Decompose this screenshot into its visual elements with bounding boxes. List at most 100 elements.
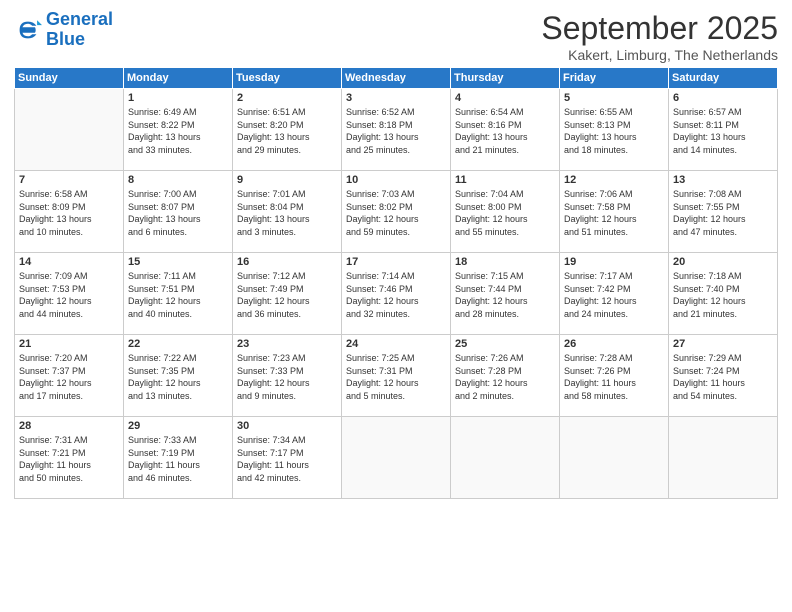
day-info: Sunrise: 7:03 AM Sunset: 8:02 PM Dayligh… <box>346 188 446 238</box>
col-friday: Friday <box>560 68 669 89</box>
day-info: Sunrise: 7:17 AM Sunset: 7:42 PM Dayligh… <box>564 270 664 320</box>
logo-blue: Blue <box>46 29 85 49</box>
table-row: 12 Sunrise: 7:06 AM Sunset: 7:58 PM Dayli… <box>560 171 669 253</box>
header-row-days: Sunday Monday Tuesday Wednesday Thursday… <box>15 68 778 89</box>
table-row <box>451 417 560 499</box>
table-row <box>342 417 451 499</box>
day-number: 3 <box>346 92 446 104</box>
table-row: 18 Sunrise: 7:15 AM Sunset: 7:44 PM Dayli… <box>451 253 560 335</box>
table-row: 15 Sunrise: 7:11 AM Sunset: 7:51 PM Dayli… <box>124 253 233 335</box>
table-row: 8 Sunrise: 7:00 AM Sunset: 8:07 PM Daylig… <box>124 171 233 253</box>
day-info: Sunrise: 6:58 AM Sunset: 8:09 PM Dayligh… <box>19 188 119 238</box>
day-number: 17 <box>346 256 446 268</box>
col-monday: Monday <box>124 68 233 89</box>
day-info: Sunrise: 6:57 AM Sunset: 8:11 PM Dayligh… <box>673 106 773 156</box>
day-number: 22 <box>128 338 228 350</box>
table-row: 30 Sunrise: 7:34 AM Sunset: 7:17 PM Dayli… <box>233 417 342 499</box>
day-number: 27 <box>673 338 773 350</box>
logo-icon <box>14 16 42 44</box>
day-info: Sunrise: 6:55 AM Sunset: 8:13 PM Dayligh… <box>564 106 664 156</box>
table-row: 5 Sunrise: 6:55 AM Sunset: 8:13 PM Daylig… <box>560 89 669 171</box>
day-number: 29 <box>128 420 228 432</box>
day-info: Sunrise: 7:20 AM Sunset: 7:37 PM Dayligh… <box>19 352 119 402</box>
table-row: 20 Sunrise: 7:18 AM Sunset: 7:40 PM Dayli… <box>669 253 778 335</box>
table-row: 21 Sunrise: 7:20 AM Sunset: 7:37 PM Dayli… <box>15 335 124 417</box>
day-info: Sunrise: 7:28 AM Sunset: 7:26 PM Dayligh… <box>564 352 664 402</box>
table-row: 17Sunrise: 7:14 AM Sunset: 7:46 PM Dayli… <box>342 253 451 335</box>
day-info: Sunrise: 6:51 AM Sunset: 8:20 PM Dayligh… <box>237 106 337 156</box>
table-row <box>560 417 669 499</box>
day-number: 20 <box>673 256 773 268</box>
day-info: Sunrise: 7:23 AM Sunset: 7:33 PM Dayligh… <box>237 352 337 402</box>
day-number: 10 <box>346 174 446 186</box>
day-number: 25 <box>455 338 555 350</box>
day-info: Sunrise: 7:08 AM Sunset: 7:55 PM Dayligh… <box>673 188 773 238</box>
day-info: Sunrise: 7:34 AM Sunset: 7:17 PM Dayligh… <box>237 434 337 484</box>
calendar-week-row: 28Sunrise: 7:31 AM Sunset: 7:21 PM Dayli… <box>15 417 778 499</box>
day-number: 12 <box>564 174 664 186</box>
table-row: 27 Sunrise: 7:29 AM Sunset: 7:24 PM Dayli… <box>669 335 778 417</box>
day-info: Sunrise: 6:52 AM Sunset: 8:18 PM Dayligh… <box>346 106 446 156</box>
table-row: 2 Sunrise: 6:51 AM Sunset: 8:20 PM Daylig… <box>233 89 342 171</box>
day-info: Sunrise: 7:09 AM Sunset: 7:53 PM Dayligh… <box>19 270 119 320</box>
day-info: Sunrise: 7:29 AM Sunset: 7:24 PM Dayligh… <box>673 352 773 402</box>
table-row: 7 Sunrise: 6:58 AM Sunset: 8:09 PM Daylig… <box>15 171 124 253</box>
table-row: 13 Sunrise: 7:08 AM Sunset: 7:55 PM Dayli… <box>669 171 778 253</box>
day-number: 21 <box>19 338 119 350</box>
logo-text: General Blue <box>46 10 113 50</box>
day-number: 28 <box>19 420 119 432</box>
day-number: 14 <box>19 256 119 268</box>
day-number: 30 <box>237 420 337 432</box>
month-title: September 2025 <box>541 10 778 47</box>
calendar-week-row: 21 Sunrise: 7:20 AM Sunset: 7:37 PM Dayli… <box>15 335 778 417</box>
day-info: Sunrise: 7:00 AM Sunset: 8:07 PM Dayligh… <box>128 188 228 238</box>
location: Kakert, Limburg, The Netherlands <box>541 47 778 63</box>
day-number: 5 <box>564 92 664 104</box>
day-number: 24 <box>346 338 446 350</box>
col-saturday: Saturday <box>669 68 778 89</box>
day-number: 15 <box>128 256 228 268</box>
day-info: Sunrise: 7:04 AM Sunset: 8:00 PM Dayligh… <box>455 188 555 238</box>
day-info: Sunrise: 7:15 AM Sunset: 7:44 PM Dayligh… <box>455 270 555 320</box>
day-info: Sunrise: 7:33 AM Sunset: 7:19 PM Dayligh… <box>128 434 228 484</box>
day-info: Sunrise: 7:06 AM Sunset: 7:58 PM Dayligh… <box>564 188 664 238</box>
day-info: Sunrise: 7:18 AM Sunset: 7:40 PM Dayligh… <box>673 270 773 320</box>
day-number: 9 <box>237 174 337 186</box>
table-row: 11 Sunrise: 7:04 AM Sunset: 8:00 PM Dayli… <box>451 171 560 253</box>
table-row: 28Sunrise: 7:31 AM Sunset: 7:21 PM Dayli… <box>15 417 124 499</box>
col-thursday: Thursday <box>451 68 560 89</box>
col-sunday: Sunday <box>15 68 124 89</box>
table-row: 22 Sunrise: 7:22 AM Sunset: 7:35 PM Dayli… <box>124 335 233 417</box>
header-row: General Blue September 2025 Kakert, Limb… <box>14 10 778 63</box>
table-row <box>15 89 124 171</box>
day-info: Sunrise: 7:22 AM Sunset: 7:35 PM Dayligh… <box>128 352 228 402</box>
day-number: 2 <box>237 92 337 104</box>
calendar-week-row: 14 Sunrise: 7:09 AM Sunset: 7:53 PM Dayli… <box>15 253 778 335</box>
day-number: 4 <box>455 92 555 104</box>
day-info: Sunrise: 7:01 AM Sunset: 8:04 PM Dayligh… <box>237 188 337 238</box>
title-block: September 2025 Kakert, Limburg, The Neth… <box>541 10 778 63</box>
day-number: 11 <box>455 174 555 186</box>
day-info: Sunrise: 7:12 AM Sunset: 7:49 PM Dayligh… <box>237 270 337 320</box>
day-number: 8 <box>128 174 228 186</box>
table-row: 25Sunrise: 7:26 AM Sunset: 7:28 PM Dayli… <box>451 335 560 417</box>
day-number: 7 <box>19 174 119 186</box>
col-wednesday: Wednesday <box>342 68 451 89</box>
table-row: 23Sunrise: 7:23 AM Sunset: 7:33 PM Dayli… <box>233 335 342 417</box>
day-number: 13 <box>673 174 773 186</box>
table-row: 29 Sunrise: 7:33 AM Sunset: 7:19 PM Dayli… <box>124 417 233 499</box>
table-row: 26Sunrise: 7:28 AM Sunset: 7:26 PM Dayli… <box>560 335 669 417</box>
day-number: 16 <box>237 256 337 268</box>
day-number: 18 <box>455 256 555 268</box>
day-info: Sunrise: 7:11 AM Sunset: 7:51 PM Dayligh… <box>128 270 228 320</box>
day-number: 1 <box>128 92 228 104</box>
calendar-table: Sunday Monday Tuesday Wednesday Thursday… <box>14 67 778 499</box>
table-row: 24Sunrise: 7:25 AM Sunset: 7:31 PM Dayli… <box>342 335 451 417</box>
day-info: Sunrise: 6:49 AM Sunset: 8:22 PM Dayligh… <box>128 106 228 156</box>
day-number: 19 <box>564 256 664 268</box>
col-tuesday: Tuesday <box>233 68 342 89</box>
table-row: 4Sunrise: 6:54 AM Sunset: 8:16 PM Daylig… <box>451 89 560 171</box>
table-row <box>669 417 778 499</box>
calendar-week-row: 7 Sunrise: 6:58 AM Sunset: 8:09 PM Daylig… <box>15 171 778 253</box>
logo-general: General <box>46 9 113 29</box>
